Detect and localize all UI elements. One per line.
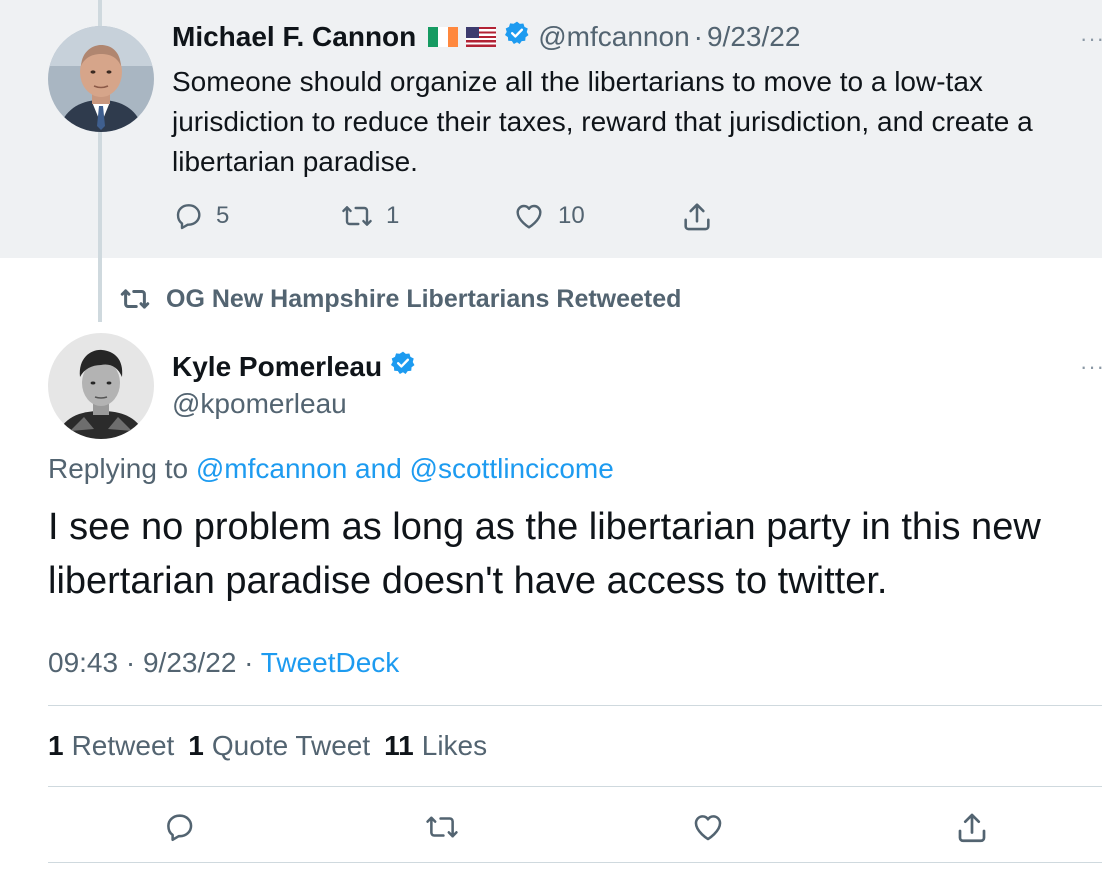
divider [48,862,1102,863]
tweet-date[interactable]: 9/23/22 [707,21,800,53]
tweet-stats: 1 Retweet 1 Quote Tweet 11 Likes [48,730,501,762]
author-handle[interactable]: @kpomerleau [172,388,347,420]
likes-stat[interactable]: 11 Likes [384,730,487,762]
thread-line-bottom [98,132,102,258]
retweet-icon [342,206,372,226]
share-button[interactable] [680,200,714,234]
parent-tweet[interactable]: Michael F. Cannon @mfcannon · 9/23/22 ··… [0,0,1102,258]
heart-icon [694,815,722,841]
author-name[interactable]: Michael F. Cannon [172,21,416,53]
retweet-notice-label: OG New Hampshire Libertarians Retweeted [166,284,682,313]
tweet-meta: 09:43 · 9/23/22 · TweetDeck [48,647,399,679]
retweet-count: 1 [386,202,400,229]
reply-icon [167,814,193,842]
like-button[interactable] [690,810,726,849]
author-handle[interactable]: @mfcannon [538,21,689,53]
retweet-button[interactable]: 1 [340,200,399,232]
reply-icon [176,204,201,230]
parent-tweet-actions: 5 1 10 [172,200,732,240]
replying-prefix: Replying to [48,453,189,484]
reply-count: 5 [216,202,230,229]
tweet-source-link[interactable]: TweetDeck [261,647,400,678]
retweet-icon [426,816,458,838]
meta-separator: · [125,647,136,678]
divider [48,705,1102,706]
main-tweet-actions [48,804,1102,848]
likes-count: 11 [384,730,414,761]
retweet-button[interactable] [424,810,460,849]
divider [48,786,1102,787]
share-button[interactable] [954,810,990,851]
quote-tweets-label: Quote Tweet [211,730,371,761]
reply-button[interactable]: 5 [172,200,229,232]
reply-button[interactable] [162,810,196,849]
likes-label: Likes [421,730,488,761]
thread-line-connector [98,258,102,322]
retweets-count: 1 [48,730,64,761]
more-options-icon[interactable]: ··· [1080,26,1102,52]
retweets-stat[interactable]: 1 Retweet [48,730,174,762]
retweet-notice[interactable]: OG New Hampshire Libertarians Retweeted [118,284,681,314]
like-count: 10 [558,202,585,229]
verified-badge-icon [504,20,530,53]
quote-tweets-count: 1 [188,730,204,761]
tweet-date[interactable]: 9/23/22 [143,647,236,678]
replying-to: Replying to @mfcannon and @scottlincicom… [48,453,614,485]
tweet-time[interactable]: 09:43 [48,647,118,678]
us-flag-icon [466,26,497,47]
thread-line-top [98,0,102,26]
like-button[interactable]: 10 [512,200,585,232]
share-icon [684,203,710,231]
parent-tweet-text: Someone should organize all the libertar… [172,66,1033,177]
header-separator: · [693,20,703,52]
retweets-label: Retweet [71,730,175,761]
avatar-michael-cannon[interactable] [48,26,154,132]
quote-tweets-stat[interactable]: 1 Quote Tweet [188,730,370,762]
avatar-kyle-pomerleau[interactable] [48,333,154,439]
replying-to-users-link[interactable]: @mfcannon and @scottlincicome [196,453,614,484]
heart-icon [516,204,542,229]
meta-separator: · [244,647,254,678]
main-author-name-row: Kyle Pomerleau [172,350,416,383]
verified-badge-icon [390,350,416,383]
parent-tweet-header: Michael F. Cannon @mfcannon · 9/23/22 [172,20,800,53]
retweet-icon [120,289,150,309]
main-tweet-text: I see no problem as long as the libertar… [48,506,1041,602]
share-icon [958,813,986,843]
author-name[interactable]: Kyle Pomerleau [172,351,382,383]
more-options-icon[interactable]: ··· [1080,354,1102,380]
ireland-flag-icon [428,26,459,47]
